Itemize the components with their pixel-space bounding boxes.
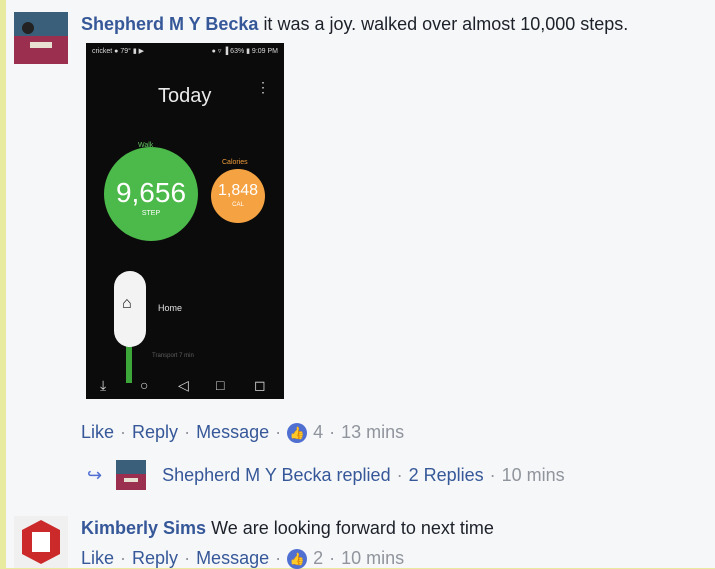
calories-circle: 1,848 CAL xyxy=(211,169,265,223)
timestamp[interactable]: 10 mins xyxy=(341,548,404,569)
avatar-image xyxy=(14,516,68,568)
comment-text: it was a joy. walked over almost 10,000 … xyxy=(263,14,629,34)
attached-photo[interactable]: cricket ● 79° ▮ ▶ ● ▿ ▐ 63% ▮ 9:09 PM To… xyxy=(86,43,284,399)
like-count[interactable]: 2 xyxy=(313,548,323,569)
home-icon: ⌂ xyxy=(122,295,132,312)
comment-body: Kimberly Sims We are looking forward to … xyxy=(81,518,494,539)
android-nav-bar: ⤓ ○ ◁ □ ◻ xyxy=(86,373,284,399)
steps-circle: 9,656 STEP xyxy=(104,147,198,241)
comment-author[interactable]: Shepherd M Y Becka xyxy=(81,14,258,34)
comment-actions: Like · Reply · Message · 👍 4 · 13 mins xyxy=(81,422,404,443)
avatar-image xyxy=(14,12,68,64)
recents-icon: □ xyxy=(216,377,225,393)
comment-author[interactable]: Kimberly Sims xyxy=(81,518,206,538)
timestamp[interactable]: 10 mins xyxy=(502,465,565,486)
replies-row[interactable]: ↪ Shepherd M Y Becka replied · 2 Replies… xyxy=(87,460,565,490)
replies-count[interactable]: 2 Replies xyxy=(409,465,484,486)
steps-unit: STEP xyxy=(141,210,161,217)
reply-link[interactable]: Reply xyxy=(132,422,178,443)
separator: · xyxy=(489,464,496,485)
avatar[interactable] xyxy=(14,516,68,568)
comment-body: Shepherd M Y Becka it was a joy. walked … xyxy=(81,14,628,35)
calories-label: Calories xyxy=(222,159,248,166)
like-thumb-icon[interactable]: 👍 xyxy=(287,422,308,443)
like-count[interactable]: 4 xyxy=(313,422,323,443)
status-left: cricket ● 79° ▮ ▶ xyxy=(92,48,145,55)
separator: · xyxy=(184,422,191,442)
status-bar: cricket ● 79° ▮ ▶ ● ▿ ▐ 63% ▮ 9:09 PM xyxy=(86,43,284,59)
steps-value: 9,656 xyxy=(115,177,187,208)
comments-panel: Shepherd M Y Becka it was a joy. walked … xyxy=(6,0,715,569)
message-link[interactable]: Message xyxy=(196,422,269,443)
back-icon: ◁ xyxy=(178,377,189,393)
separator: · xyxy=(120,548,127,568)
timestamp[interactable]: 13 mins xyxy=(341,422,404,443)
message-link[interactable]: Message xyxy=(196,548,269,569)
separator: · xyxy=(329,422,336,442)
separator: · xyxy=(329,548,336,568)
calories-value: 1,848 xyxy=(217,182,259,199)
home-label: Home xyxy=(158,303,183,313)
calories-unit: CAL xyxy=(232,202,244,208)
home-pill: ⌂ xyxy=(114,271,146,347)
transport-label: Transport 7 min xyxy=(152,353,194,359)
reply-arrow-icon: ↪ xyxy=(87,464,103,485)
separator: · xyxy=(275,422,282,442)
separator: · xyxy=(275,548,282,568)
search-icon: ◻ xyxy=(254,377,266,393)
separator: · xyxy=(184,548,191,568)
like-thumb-icon[interactable]: 👍 xyxy=(287,548,308,569)
like-link[interactable]: Like xyxy=(81,422,114,443)
status-right: ● ▿ ▐ 63% ▮ 9:09 PM xyxy=(211,48,278,55)
separator: · xyxy=(396,464,403,485)
like-link[interactable]: Like xyxy=(81,548,114,569)
comment-actions: Like · Reply · Message · 👍 2 · 10 mins xyxy=(81,548,404,569)
screen-title: Today xyxy=(158,85,212,107)
comment-text: We are looking forward to next time xyxy=(211,518,494,538)
reply-link[interactable]: Reply xyxy=(132,548,178,569)
download-icon: ⤓ xyxy=(100,377,107,393)
avatar[interactable] xyxy=(14,12,68,64)
separator: · xyxy=(120,422,127,442)
reply-avatar[interactable] xyxy=(116,460,147,490)
circle-icon: ○ xyxy=(140,377,149,393)
more-menu-icon: ⋮ xyxy=(256,79,270,95)
avatar-image xyxy=(116,460,147,490)
replies-summary[interactable]: Shepherd M Y Becka replied xyxy=(162,465,390,486)
